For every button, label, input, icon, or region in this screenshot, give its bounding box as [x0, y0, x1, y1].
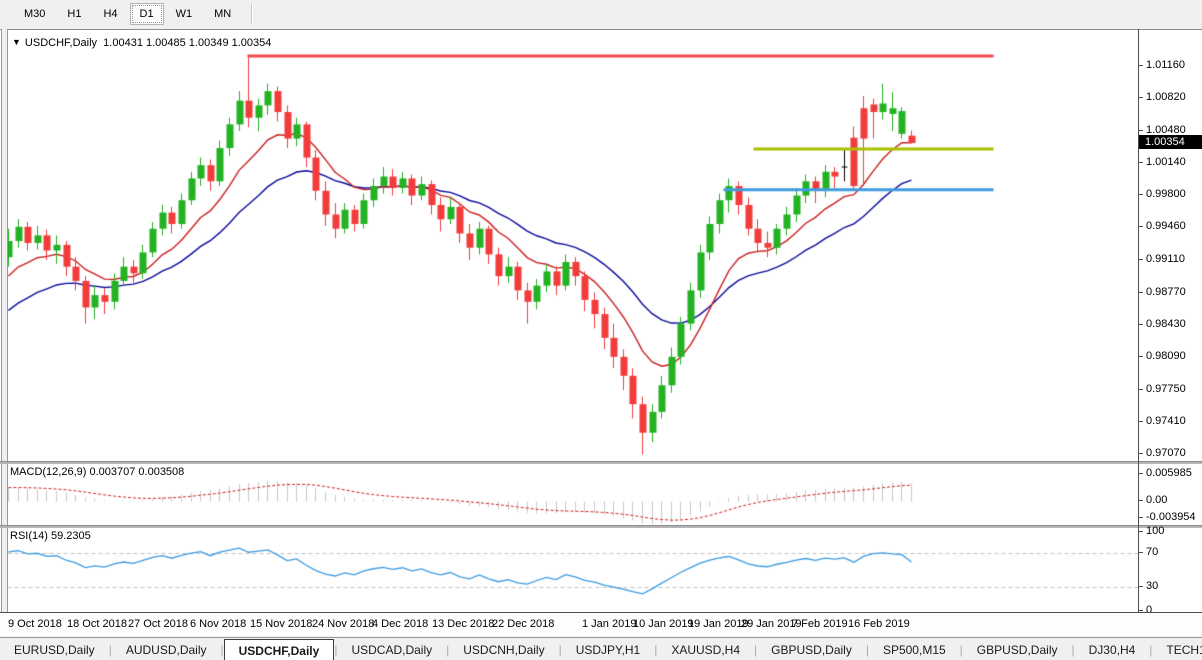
- macd-axis-label: -0.003954: [1146, 511, 1196, 523]
- date-axis-label: 7 Feb 2019: [792, 618, 848, 630]
- price-axis-tick: [1139, 162, 1143, 163]
- date-axis-label: 4 Dec 2018: [372, 618, 428, 630]
- price-axis-tick: [1139, 226, 1143, 227]
- axis-tick: [1139, 473, 1143, 474]
- macd-indicator-label: MACD(12,26,9) 0.003707 0.003508: [10, 466, 184, 478]
- date-axis-label: 10 Jan 2019: [633, 618, 694, 630]
- date-axis-label: 19 Jan 2019: [688, 618, 749, 630]
- chart-tab-gbpusd[interactable]: GBPUSD,Daily: [757, 638, 866, 660]
- chart-tab-eurusd[interactable]: EURUSD,Daily: [0, 638, 109, 660]
- rsi-axis-label: 70: [1146, 546, 1158, 558]
- price-axis-line: [1138, 29, 1139, 612]
- price-axis-label: 0.98430: [1146, 318, 1186, 330]
- price-axis-tick: [1139, 97, 1143, 98]
- rsi-panel[interactable]: [7, 528, 1138, 612]
- rsi-axis-label: 100: [1146, 525, 1164, 537]
- price-axis-label: 1.00480: [1146, 124, 1186, 136]
- price-axis-label: 0.99110: [1146, 253, 1185, 265]
- axis-tick: [1139, 586, 1143, 587]
- chart-tab-dj30[interactable]: DJ30,H4: [1075, 638, 1150, 660]
- price-axis-label: 0.98770: [1146, 286, 1186, 298]
- panel-splitter-rsi[interactable]: [0, 525, 1202, 528]
- price-axis-tick: [1139, 259, 1143, 260]
- window-left-frame: [1, 29, 8, 635]
- axis-tick: [1139, 531, 1143, 532]
- macd-axis-label: 0.005985: [1146, 467, 1192, 479]
- date-axis-label: 16 Feb 2019: [848, 618, 910, 630]
- chart-title: ▼ USDCHF,Daily 1.00431 1.00485 1.00349 1.…: [12, 37, 271, 49]
- price-axis-tick: [1139, 65, 1143, 66]
- chart-ohlc: 1.00431 1.00485 1.00349 1.00354: [103, 37, 271, 49]
- axis-tick: [1139, 610, 1143, 611]
- price-axis-tick: [1139, 130, 1143, 131]
- price-axis-label: 0.97070: [1146, 447, 1186, 459]
- price-axis-tick: [1139, 453, 1143, 454]
- price-axis-tick: [1139, 292, 1143, 293]
- timeframe-button-h1[interactable]: H1: [57, 3, 91, 25]
- chart-tab-usdjpy[interactable]: USDJPY,H1: [562, 638, 654, 660]
- price-axis-tick: [1139, 389, 1143, 390]
- timeframe-button-w1[interactable]: W1: [166, 3, 203, 25]
- date-axis-label: 13 Dec 2018: [432, 618, 494, 630]
- date-axis-label: 27 Oct 2018: [128, 618, 188, 630]
- chart-tab-tech100[interactable]: TECH100,H1: [1152, 638, 1202, 660]
- price-chart-panel[interactable]: [7, 32, 1138, 462]
- price-axis-label: 0.97750: [1146, 383, 1186, 395]
- axis-tick: [1139, 552, 1143, 553]
- price-axis-label: 0.99460: [1146, 220, 1186, 232]
- chart-symbol: USDCHF,Daily: [25, 37, 97, 49]
- chart-tab-sp500[interactable]: SP500,M15: [869, 638, 960, 660]
- chart-tab-usdchf[interactable]: USDCHF,Daily: [224, 639, 335, 660]
- date-axis[interactable]: 9 Oct 2018 18 Oct 201827 Oct 20186 Nov 20…: [0, 612, 1202, 636]
- macd-axis-label: 0.00: [1146, 494, 1167, 506]
- price-axis-tick: [1139, 194, 1143, 195]
- rsi-indicator-label: RSI(14) 59.2305: [10, 530, 91, 542]
- price-axis-tick: [1139, 421, 1143, 422]
- rsi-axis-label: 30: [1146, 580, 1158, 592]
- date-axis-label: 24 Nov 2018: [312, 618, 374, 630]
- timeframe-toolbar: M30H1H4D1W1MN: [0, 0, 1202, 28]
- price-axis-label: 1.00140: [1146, 156, 1186, 168]
- price-axis-label: 0.99800: [1146, 188, 1186, 200]
- price-axis-label: 0.97410: [1146, 415, 1186, 427]
- price-axis-label: 0.98090: [1146, 350, 1186, 362]
- toolbar-separator: [251, 4, 253, 24]
- price-axis-label: 1.00820: [1146, 91, 1186, 103]
- chart-tab-usdcnh[interactable]: USDCNH,Daily: [449, 638, 558, 660]
- price-axis-tick: [1139, 324, 1143, 325]
- date-axis-label: 15 Nov 2018: [250, 618, 312, 630]
- symbol-dropdown-icon[interactable]: ▼: [12, 37, 21, 47]
- date-axis-label: 6 Nov 2018: [190, 618, 246, 630]
- timeframe-button-d1[interactable]: D1: [130, 3, 164, 25]
- date-axis-label: 18 Oct 2018: [67, 618, 127, 630]
- axis-tick: [1139, 517, 1143, 518]
- candlestick-chart-canvas[interactable]: [7, 32, 1138, 462]
- current-price-badge: 1.00354: [1139, 135, 1202, 149]
- axis-tick: [1139, 500, 1143, 501]
- timeframe-button-mn[interactable]: MN: [204, 3, 241, 25]
- timeframe-button-h4[interactable]: H4: [93, 3, 127, 25]
- chart-tab-xauusd[interactable]: XAUUSD,H4: [657, 638, 754, 660]
- chart-tab-usdcad[interactable]: USDCAD,Daily: [337, 638, 446, 660]
- chart-tab-audusd[interactable]: AUDUSD,Daily: [112, 638, 221, 660]
- chart-tab-bar: EURUSD,Daily|AUDUSD,Daily|USDCHF,Daily|U…: [0, 637, 1202, 660]
- panel-splitter-macd[interactable]: [0, 461, 1202, 464]
- rsi-canvas[interactable]: [7, 528, 1138, 612]
- mt4-window: M30H1H4D1W1MN 1.01160 1.00820 1.00480 1.001…: [0, 0, 1202, 660]
- price-axis-label: 1.01160: [1146, 59, 1185, 71]
- chart-tab-gbpusd[interactable]: GBPUSD,Daily: [963, 638, 1072, 660]
- date-axis-label: 22 Dec 2018: [492, 618, 554, 630]
- date-axis-label: 9 Oct 2018: [8, 618, 62, 630]
- chart-window: [0, 29, 1202, 636]
- price-axis-tick: [1139, 356, 1143, 357]
- date-axis-label: 1 Jan 2019: [582, 618, 636, 630]
- timeframe-button-m30[interactable]: M30: [14, 3, 55, 25]
